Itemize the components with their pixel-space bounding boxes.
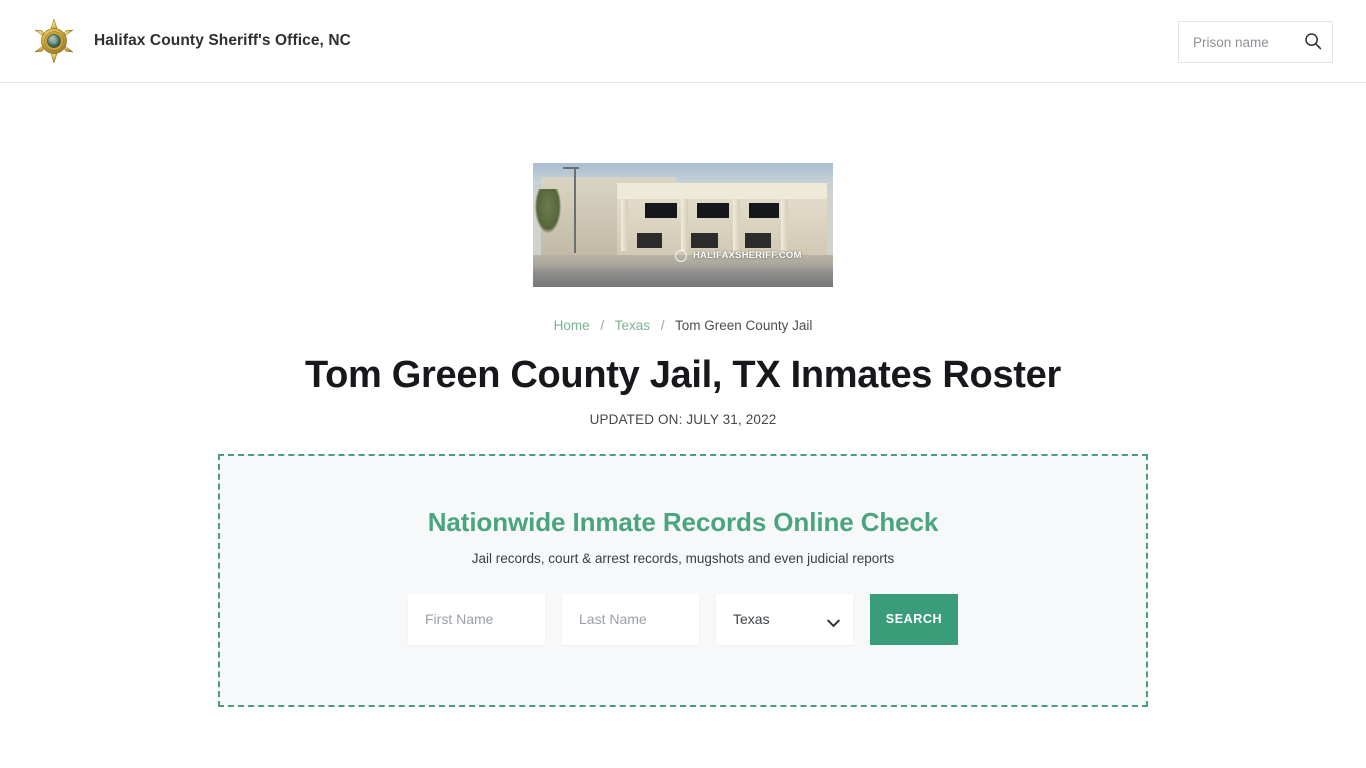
breadcrumb-separator: / [600,318,605,333]
photo-light-pole [574,167,576,253]
photo-canvas: HALIFAXSHERIFF.COM [533,163,833,287]
search-submit-button[interactable] [1304,31,1322,53]
watermark-icon [675,250,687,262]
photo-column [781,199,788,251]
sheriff-star-badge-icon [30,17,78,65]
first-name-input[interactable] [408,593,545,645]
state-select-wrapper[interactable]: Texas [716,593,853,645]
header-search-box[interactable] [1178,21,1333,63]
panel-search-button[interactable]: SEARCH [870,593,958,645]
nationwide-inmate-search-panel: Nationwide Inmate Records Online Check J… [218,453,1148,707]
panel-subheading: Jail records, court & arrest records, mu… [471,550,895,566]
photo-window [637,233,662,248]
breadcrumb-item-current: Tom Green County Jail [675,318,813,333]
jail-building-photo: HALIFAXSHERIFF.COM [533,163,833,287]
search-input[interactable] [1191,33,1300,51]
photo-window [745,233,771,248]
site-header: Halifax County Sheriff's Office, NC [0,0,1366,83]
brand-home-link[interactable]: Halifax County Sheriff's Office, NC [30,17,351,65]
page-content: HALIFAXSHERIFF.COM Home / Texas / Tom Gr… [0,83,1366,707]
brand-title: Halifax County Sheriff's Office, NC [94,32,351,49]
photo-window [645,203,677,218]
last-name-input[interactable] [562,593,699,645]
photo-column [733,199,740,251]
updated-on-text: UPDATED ON: JULY 31, 2022 [589,411,777,427]
state-select[interactable]: Texas [716,593,853,645]
photo-column [681,199,688,251]
photo-window [691,233,718,248]
breadcrumb-item-home[interactable]: Home [554,318,590,333]
photo-watermark: HALIFAXSHERIFF.COM [693,250,802,261]
photo-window [697,203,729,218]
photo-building-parapet [617,183,827,199]
inmate-search-form: Texas SEARCH [220,593,1146,645]
page-title: Tom Green County Jail, TX Inmates Roster [305,354,1061,396]
photo-column [621,199,628,251]
breadcrumb-item-texas[interactable]: Texas [615,318,650,333]
photo-window [749,203,779,218]
breadcrumb: Home / Texas / Tom Green County Jail [0,318,1366,333]
search-icon [1304,32,1322,53]
breadcrumb-separator: / [660,318,665,333]
panel-heading: Nationwide Inmate Records Online Check [427,506,939,537]
photo-tree [535,189,561,233]
photo-light-pole-arm [563,167,579,169]
